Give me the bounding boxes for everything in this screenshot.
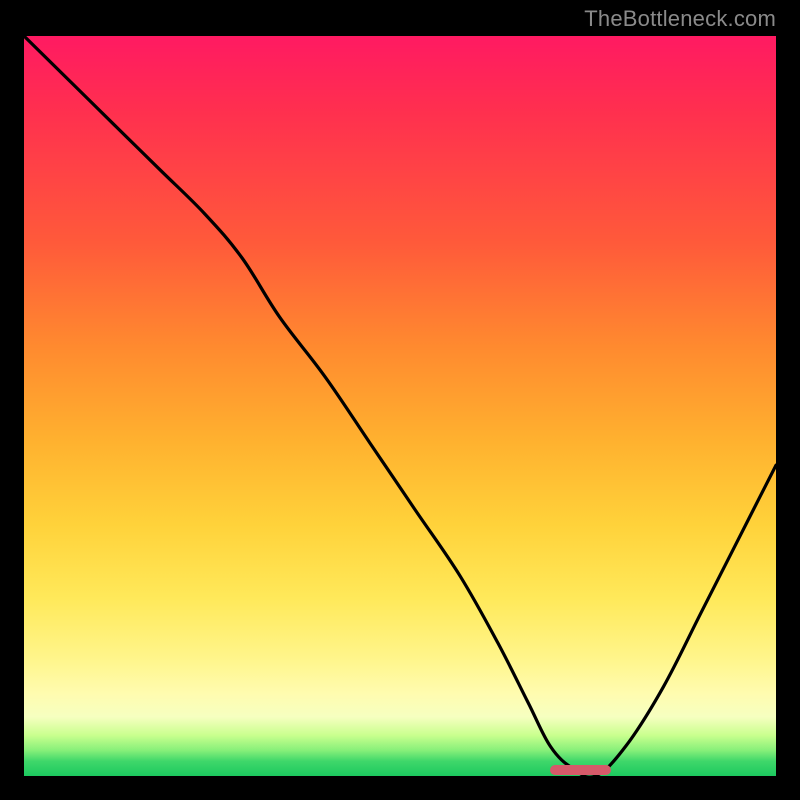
plot-area <box>24 36 776 776</box>
heat-gradient <box>24 36 776 776</box>
chart-frame: TheBottleneck.com <box>0 0 800 800</box>
watermark-text: TheBottleneck.com <box>584 6 776 32</box>
optimal-range-marker <box>550 765 610 775</box>
